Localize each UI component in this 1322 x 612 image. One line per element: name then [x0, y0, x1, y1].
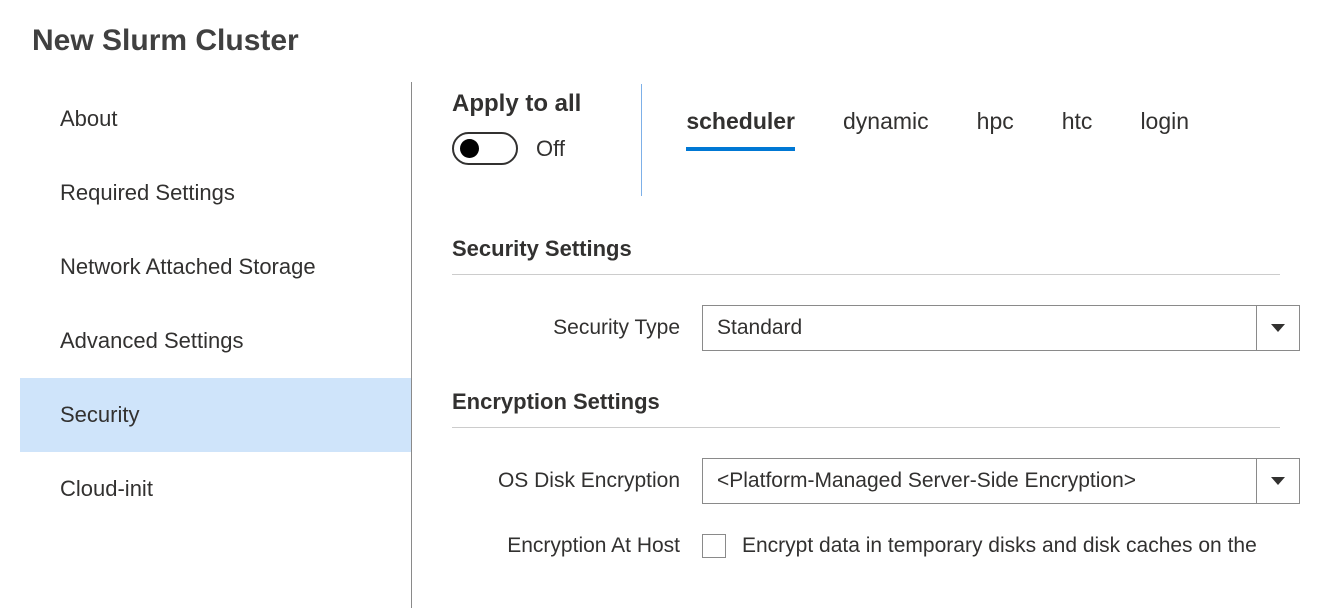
select-os-disk-encryption[interactable]: <Platform-Managed Server-Side Encryption…	[702, 458, 1300, 504]
sidebar-item-advanced-settings[interactable]: Advanced Settings	[20, 304, 411, 378]
checkbox-encryption-at-host[interactable]	[702, 534, 726, 558]
sidebar-item-about[interactable]: About	[20, 82, 411, 156]
select-button-security-type[interactable]	[1257, 306, 1299, 350]
tab-login[interactable]: login	[1140, 108, 1189, 151]
label-encryption-at-host: Encryption At Host	[452, 534, 702, 558]
form-row-security-type: Security Type Standard	[452, 305, 1322, 351]
vertical-divider	[641, 84, 642, 196]
page-title: New Slurm Cluster	[0, 0, 1322, 82]
tab-htc[interactable]: htc	[1062, 108, 1093, 151]
apply-all-state: Off	[536, 136, 565, 162]
content-wrapper: About Required Settings Network Attached…	[0, 82, 1322, 608]
tabs: scheduler dynamic hpc htc login	[686, 90, 1189, 151]
apply-all-toggle[interactable]	[452, 132, 518, 165]
tab-scheduler[interactable]: scheduler	[686, 108, 795, 151]
chevron-down-icon	[1271, 476, 1285, 486]
tab-dynamic[interactable]: dynamic	[843, 108, 929, 151]
label-security-type: Security Type	[452, 316, 702, 340]
toggle-knob	[460, 139, 479, 158]
sidebar-item-network-attached-storage[interactable]: Network Attached Storage	[20, 230, 411, 304]
section-heading-security: Security Settings	[452, 236, 1280, 275]
select-value-security-type: Standard	[703, 306, 1257, 350]
tab-hpc[interactable]: hpc	[977, 108, 1014, 151]
checkbox-row-encryption-at-host: Encrypt data in temporary disks and disk…	[702, 534, 1257, 558]
sidebar-item-required-settings[interactable]: Required Settings	[20, 156, 411, 230]
apply-all-label: Apply to all	[452, 90, 581, 118]
label-os-disk-encryption: OS Disk Encryption	[452, 469, 702, 493]
form-row-os-disk-encryption: OS Disk Encryption <Platform-Managed Ser…	[452, 458, 1322, 504]
sidebar-item-cloud-init[interactable]: Cloud-init	[20, 452, 411, 526]
apply-all-toggle-row: Off	[452, 132, 581, 165]
chevron-down-icon	[1271, 323, 1285, 333]
select-security-type[interactable]: Standard	[702, 305, 1300, 351]
main-panel: Apply to all Off scheduler dynamic hpc h…	[412, 82, 1322, 608]
section-heading-encryption: Encryption Settings	[452, 389, 1280, 428]
sidebar: About Required Settings Network Attached…	[0, 82, 412, 608]
select-value-os-disk-encryption: <Platform-Managed Server-Side Encryption…	[703, 459, 1257, 503]
top-controls: Apply to all Off scheduler dynamic hpc h…	[452, 82, 1322, 196]
sidebar-item-security[interactable]: Security	[20, 378, 411, 452]
apply-all-block: Apply to all Off	[452, 90, 641, 165]
select-button-os-disk-encryption[interactable]	[1257, 459, 1299, 503]
description-encryption-at-host: Encrypt data in temporary disks and disk…	[742, 534, 1257, 558]
form-row-encryption-at-host: Encryption At Host Encrypt data in tempo…	[452, 534, 1322, 558]
